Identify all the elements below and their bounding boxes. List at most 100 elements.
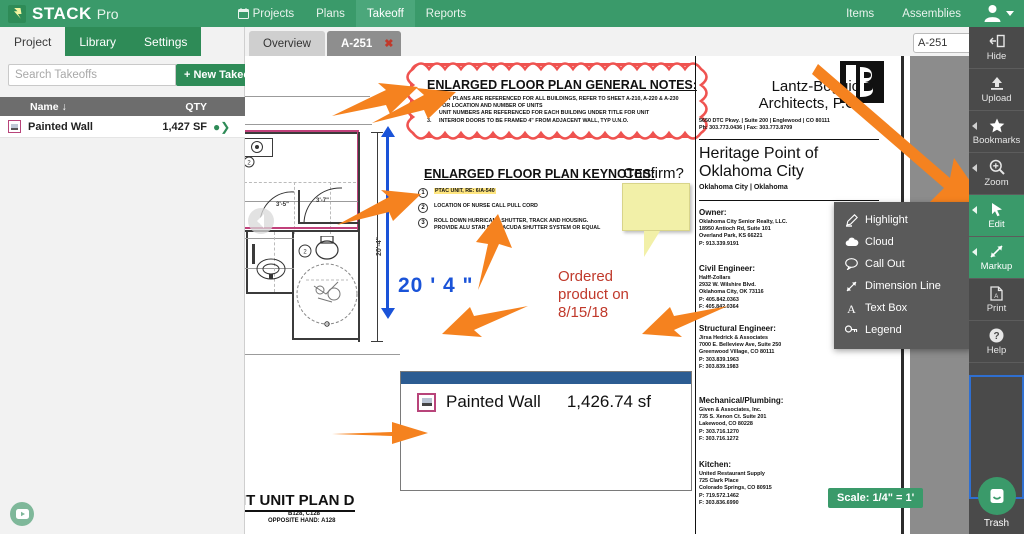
general-notes-cloud-box: ENLARGED FLOOR PLAN GENERAL NOTES: 1. UN… — [406, 62, 708, 140]
svg-text:A: A — [994, 294, 998, 300]
markup-menu-item-dimension-line[interactable]: Dimension Line — [834, 275, 972, 297]
markup-menu-item-text-box[interactable]: A Text Box — [834, 297, 972, 319]
tab-project[interactable]: Project — [0, 27, 66, 56]
note-text: UNIT NUMBERS ARE REFERENCED FOR EACH BUI… — [439, 110, 650, 116]
general-notes-title: ENLARGED FLOOR PLAN GENERAL NOTES: — [427, 78, 697, 92]
divider — [695, 56, 696, 534]
diagonal-arrows-icon — [989, 244, 1004, 259]
calendar-icon — [237, 8, 249, 19]
list-item: 2. UNIT NUMBERS ARE REFERENCED FOR EACH … — [427, 110, 689, 117]
markup-menu-label: Highlight — [865, 214, 908, 226]
right-toolbar: Hide Upload Bookmarks Zoom Edit Markup A… — [969, 27, 1024, 534]
close-icon[interactable]: ✖ — [384, 37, 393, 50]
stack-logo[interactable]: STACK Pro — [0, 4, 119, 24]
red-annotation-line-2: product on — [558, 286, 629, 303]
markup-menu-label: Legend — [865, 324, 902, 336]
nav-item-projects[interactable]: Projects — [227, 0, 306, 27]
play-video-icon[interactable] — [10, 502, 34, 526]
toolbar-item-edit[interactable]: Edit — [969, 195, 1024, 237]
section-heading: Owner: — [699, 208, 727, 217]
magnifier-plus-icon — [989, 159, 1005, 175]
column-header-name[interactable]: Name ↓ — [0, 101, 135, 113]
markup-menu-item-cloud[interactable]: Cloud — [834, 231, 972, 253]
takeoff-qty: 1,427 SF — [162, 120, 207, 133]
section-heading: Civil Engineer: — [699, 264, 756, 273]
red-text-annotation[interactable]: Ordered product on 8/15/18 — [558, 268, 629, 322]
takeoff-table-header: Name ↓ QTY — [0, 97, 245, 116]
toolbar-label-zoom: Zoom — [984, 176, 1009, 188]
callout-sticky-note[interactable] — [622, 183, 690, 231]
trash-label: Trash — [977, 516, 1016, 530]
svg-text:?: ? — [993, 331, 999, 342]
section-heading: Structural Engineer: — [699, 324, 776, 333]
blue-dimension-line — [386, 134, 389, 309]
stack-logo-icon — [8, 4, 26, 23]
toolbar-item-markup[interactable]: Markup — [969, 237, 1024, 279]
trash-button[interactable]: Trash — [969, 472, 1024, 534]
markup-menu-label: Dimension Line — [865, 280, 941, 292]
toolbar-item-bookmarks[interactable]: Bookmarks — [969, 111, 1024, 153]
legend-color-swatch — [417, 392, 436, 412]
doc-tab-a251[interactable]: A-251 ✖ — [326, 31, 402, 56]
toolbar-item-help[interactable]: ? Help — [969, 321, 1024, 363]
brand-name: STACK — [32, 3, 92, 23]
tab-settings-label: Settings — [144, 34, 188, 49]
top-navigation-bar: STACK Pro Projects Plans Takeoff Reports… — [0, 0, 1024, 27]
doc-tab-overview[interactable]: Overview — [249, 31, 325, 56]
toolbar-label-print: Print — [986, 302, 1007, 314]
tab-settings[interactable]: Settings — [130, 27, 202, 56]
main-nav-items: Projects Plans Takeoff Reports — [227, 0, 477, 27]
markup-menu-item-callout[interactable]: Call Out — [834, 253, 972, 275]
takeoff-table: Name ↓ QTY Painted Wall 1,427 SF ●❯ — [0, 97, 245, 138]
section-body: Jirsa Hedrick & Associates 7000 E. Belle… — [699, 335, 782, 370]
expand-arrow-icon — [972, 164, 977, 172]
nav-item-plans[interactable]: Plans — [305, 0, 356, 27]
svg-text:2: 2 — [303, 250, 307, 256]
section-heading: Kitchen: — [699, 460, 731, 469]
nav-label-items: Items — [846, 7, 875, 20]
legend-item-value: 1,426.74 sf — [566, 392, 651, 411]
note-number: 1. — [427, 96, 432, 102]
tab-library[interactable]: Library — [65, 27, 131, 56]
toolbar-item-print[interactable]: A Print — [969, 279, 1024, 321]
titleblock-section-structural: Structural Engineer: Jirsa Hedrick & Ass… — [699, 324, 781, 371]
search-row: + New Takeoff — [0, 56, 266, 92]
letter-a-icon: A — [845, 302, 865, 315]
firm-address: 5650 DTC Pkwy. | Suite 200 | Englewood |… — [699, 118, 830, 132]
toolbar-item-upload[interactable]: Upload — [969, 69, 1024, 111]
toolbar-item-hide[interactable]: Hide — [969, 27, 1024, 69]
titleblock-section-kitchen: Kitchen: United Restaurant Supply 725 Cl… — [699, 460, 772, 507]
markup-menu-item-highlight[interactable]: Highlight — [834, 209, 972, 231]
markup-menu-item-legend[interactable]: Legend — [834, 319, 972, 341]
general-notes-list: 1. UNIT PLANS ARE REFERENCED FOR ALL BUI… — [427, 96, 689, 124]
svg-text:A: A — [847, 302, 856, 315]
note-text: INTERIOR DOORS TO BE FRAMED 4" FROM ADJA… — [439, 117, 629, 124]
toolbar-label-bookmarks: Bookmarks — [972, 134, 1021, 146]
table-row[interactable]: Painted Wall 1,427 SF ●❯ — [0, 116, 245, 138]
nav-label-takeoff: Takeoff — [366, 7, 404, 20]
dimension-arrow-bottom — [381, 308, 395, 319]
titleblock-section-civil: Civil Engineer: Halff-Zollars 2932 W. Wi… — [699, 264, 764, 311]
markup-dropdown-menu: Highlight Cloud Call Out Dimension Line … — [834, 202, 972, 349]
legend-header-bar — [401, 372, 691, 384]
list-item: 3. INTERIOR DOORS TO BE FRAMED 4" FROM A… — [427, 118, 689, 125]
plan-title: IT UNIT PLAN D — [245, 492, 355, 512]
row-expand-button[interactable]: ●❯ — [213, 120, 245, 134]
column-header-qty[interactable]: QTY — [135, 101, 213, 113]
drawing-sheet: 2 2 3'-5" 3'-7" 20'-4" IT UNIT PLAN D B1… — [245, 56, 910, 534]
toolbar-label-markup: Markup — [980, 260, 1013, 272]
nav-item-assemblies[interactable]: Assemblies — [888, 0, 975, 27]
search-takeoffs-input[interactable] — [8, 64, 176, 86]
account-menu-button[interactable] — [975, 3, 1014, 25]
takeoff-legend-box[interactable]: Painted Wall 1,426.74 sf — [400, 371, 692, 491]
chevron-down-icon — [1006, 11, 1014, 16]
firm-phone-line: Ph: 303.773.0436 | Fax: 303.773.8709 — [699, 125, 793, 131]
section-body: Oklahoma City Senior Realty, LLC. 18950 … — [699, 219, 788, 247]
nav-item-reports[interactable]: Reports — [415, 0, 477, 27]
pdf-print-icon: A — [990, 285, 1003, 301]
toolbar-item-zoom[interactable]: Zoom — [969, 153, 1024, 195]
note-number: 3. — [427, 117, 432, 124]
project-name: Heritage Point of Oklahoma City — [699, 145, 818, 181]
nav-item-takeoff[interactable]: Takeoff — [355, 0, 415, 27]
nav-item-items[interactable]: Items — [832, 0, 888, 27]
